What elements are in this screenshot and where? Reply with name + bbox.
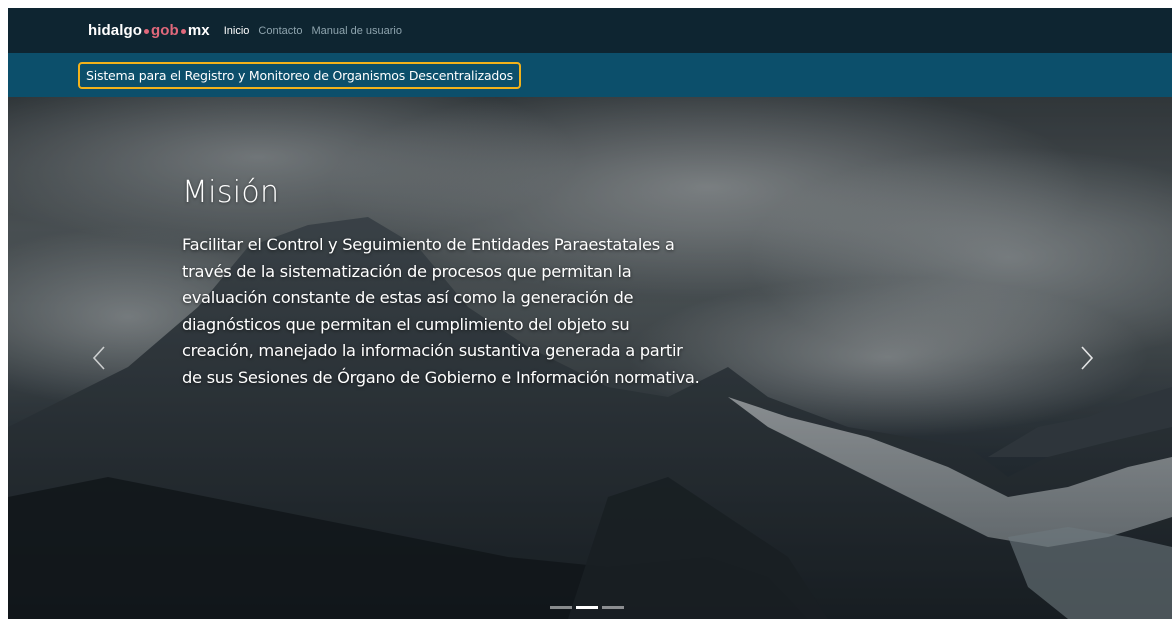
slide-title: Misión — [182, 175, 280, 210]
carousel-indicator-2[interactable] — [576, 606, 598, 609]
brand-dot — [144, 29, 150, 34]
carousel-indicator-1[interactable] — [550, 606, 572, 609]
nav-links: Inicio Contacto Manual de usuario — [224, 25, 402, 37]
carousel-indicator-3[interactable] — [602, 606, 624, 609]
carousel-caption: Misión Facilitar el Control y Seguimient… — [182, 175, 702, 391]
hero-carousel: Misión Facilitar el Control y Seguimient… — [8, 97, 1172, 619]
nav-link-contacto[interactable]: Contacto — [258, 25, 302, 37]
brand-text-hidalgo: hidalgo — [88, 22, 143, 39]
nav-link-manual[interactable]: Manual de usuario — [311, 25, 402, 37]
brand-text-mx: mx — [187, 22, 210, 39]
brand-logo[interactable]: hidalgo gob mx — [88, 22, 210, 39]
top-navbar: hidalgo gob mx Inicio Contacto Manual de… — [8, 8, 1172, 53]
brand-text-gob: gob — [151, 22, 179, 39]
system-header: Sistema para el Registro y Monitoreo de … — [8, 53, 1172, 97]
page-frame: hidalgo gob mx Inicio Contacto Manual de… — [8, 8, 1172, 619]
slide-text: Facilitar el Control y Seguimiento de En… — [182, 235, 700, 387]
carousel-prev-button[interactable] — [88, 345, 112, 371]
chevron-left-icon — [92, 346, 105, 370]
carousel-indicators — [550, 606, 624, 609]
carousel-next-button[interactable] — [1074, 345, 1098, 371]
nav-link-inicio[interactable]: Inicio — [224, 25, 250, 37]
system-title: Sistema para el Registro y Monitoreo de … — [78, 62, 521, 89]
chevron-right-icon — [1081, 346, 1094, 370]
brand-dot — [180, 29, 186, 34]
